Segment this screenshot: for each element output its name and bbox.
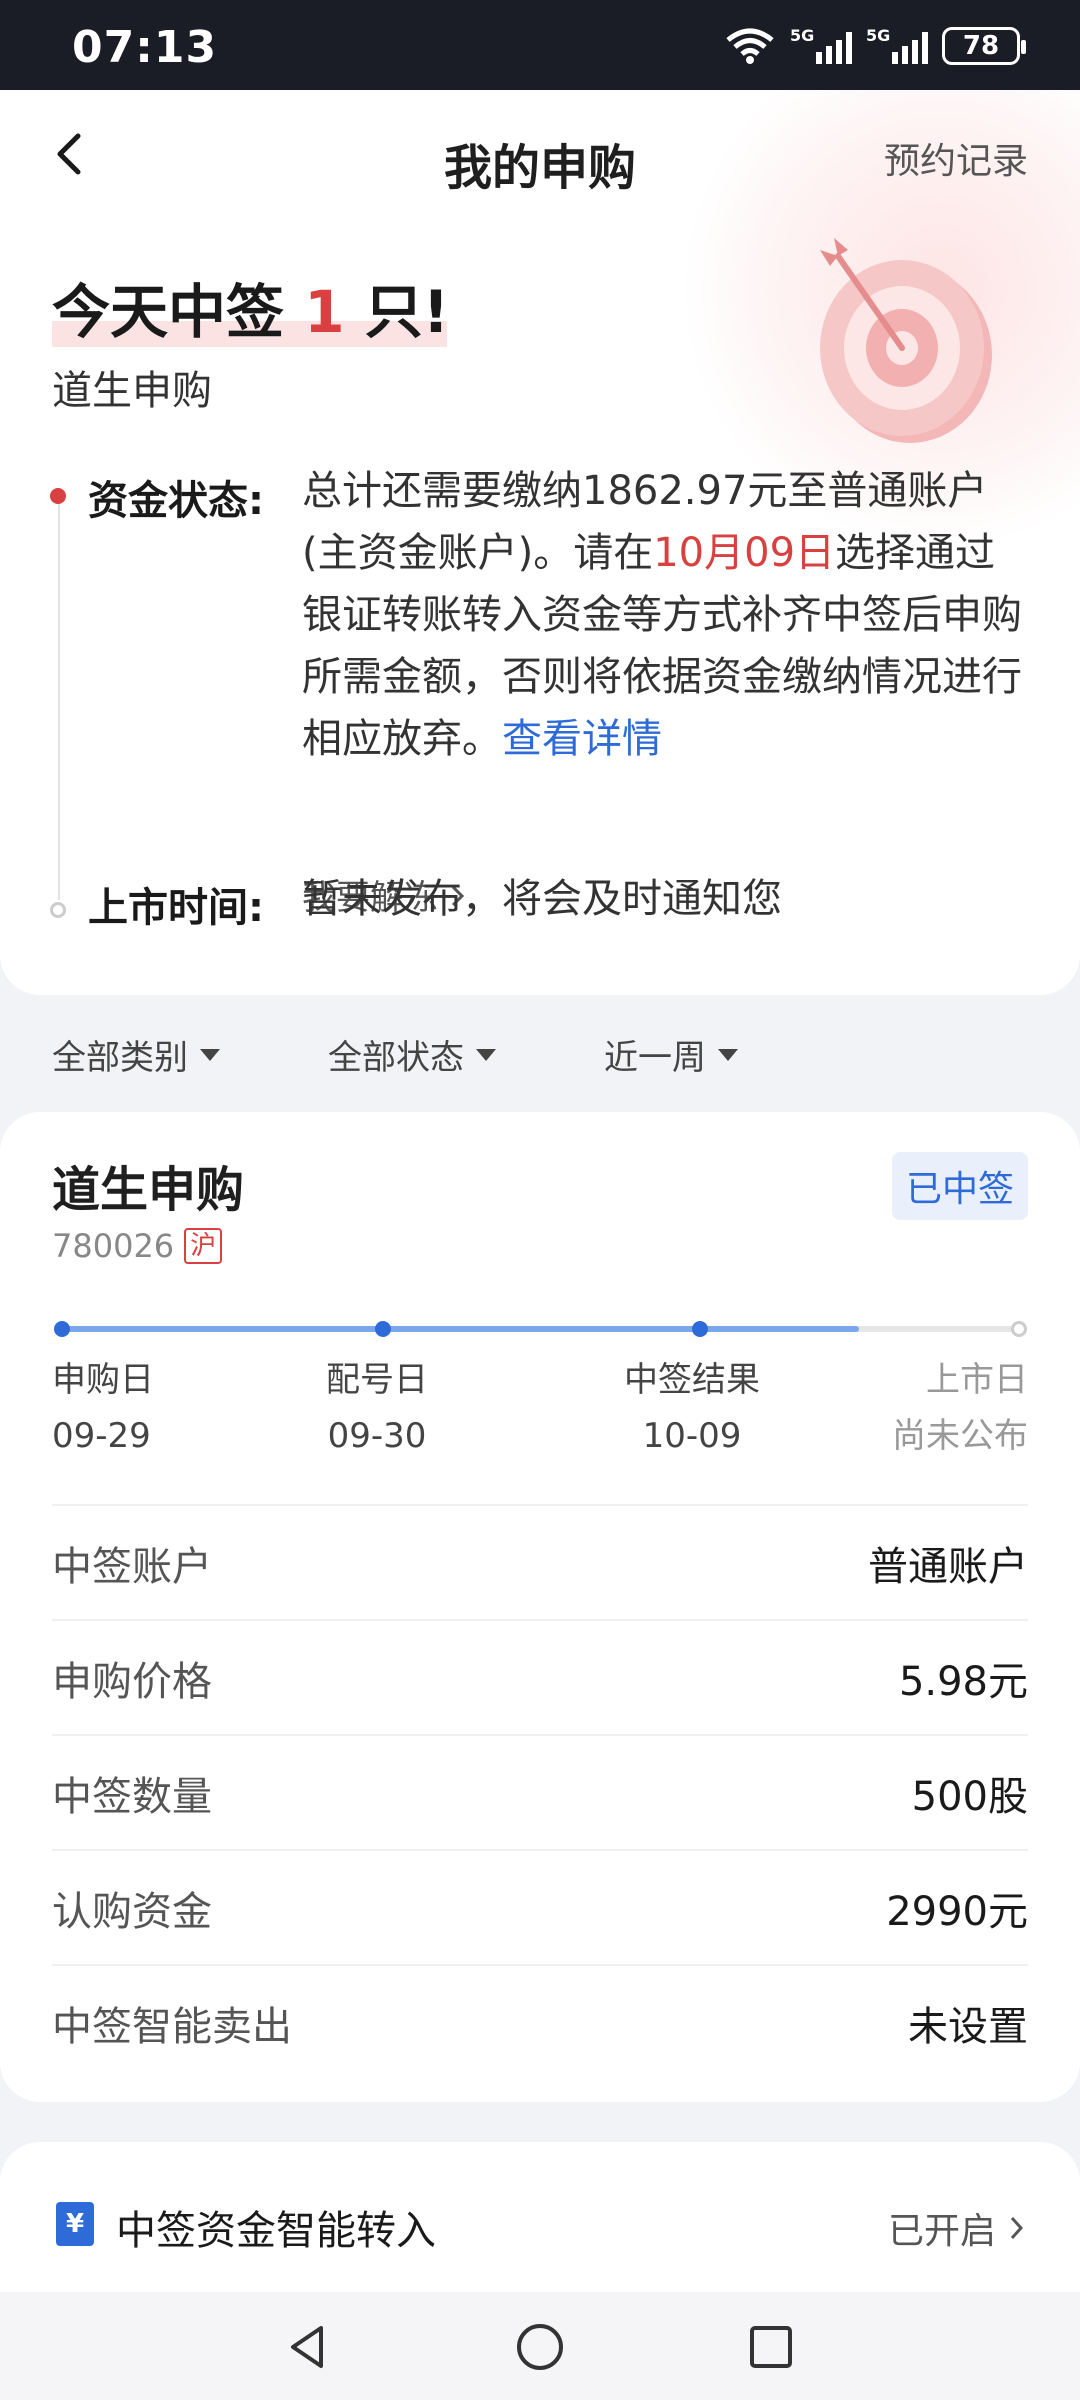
back-triangle-icon[interactable] [283, 2322, 333, 2372]
battery-icon: 78 [942, 27, 1026, 65]
recents-square-icon[interactable] [746, 2322, 796, 2372]
progress-dot-subscribe [54, 1321, 70, 1337]
progress-dot-allot [375, 1321, 391, 1337]
progress-dot-listing [1011, 1321, 1027, 1337]
detail-row-price: 申购价格 5.98元 [52, 1619, 1028, 1734]
step-listing: 上市日 尚未公布 [892, 1360, 1028, 1456]
fund-status-text: 总计还需要缴纳1862.97元至普通账户(主资金账户)。请在10月09日选择通过… [302, 468, 1022, 762]
subscription-detail-card[interactable]: 道生申购 780026 沪 已中签 申购日 09-29 配号日 09-30 中签结果… [0, 1112, 1080, 2102]
signal-icon-1: 5G [790, 26, 852, 64]
caret-down-icon [476, 1048, 496, 1061]
yen-icon: ¥ [56, 2202, 94, 2246]
home-circle-icon[interactable] [515, 2322, 565, 2372]
filter-bar: 全部类别 全部状态 近一周 [52, 1030, 738, 1079]
summary-card: 我的申购 预约记录 今天中签 1 只! 道生申购 资金状态: 总计还需要缴纳18… [0, 90, 1080, 995]
timeline-dot-pending [50, 902, 66, 918]
timeline-dot-active [50, 488, 66, 504]
headline: 今天中签 1 只! [52, 278, 450, 347]
smart-transfer-bar[interactable]: ¥ 中签资金智能转入 已开启 [0, 2142, 1080, 2292]
caret-down-icon [718, 1048, 738, 1061]
progress-fill [58, 1326, 859, 1332]
step-result: 中签结果 10-09 [624, 1360, 760, 1456]
status-badge: 已中签 [891, 1152, 1028, 1220]
fund-status-label: 资金状态: [88, 478, 264, 524]
progress-dot-result [692, 1321, 708, 1337]
timeline-line [58, 500, 60, 900]
detail-row-smart-sell[interactable]: 中签智能卖出 未设置 [52, 1964, 1028, 2079]
winning-stock-name: 道生申购 [52, 368, 212, 414]
smart-transfer-status[interactable]: 已开启 [888, 2202, 1026, 2254]
detail-row-account: 中签账户 普通账户 [52, 1504, 1028, 1619]
system-nav-bar [0, 2292, 1080, 2400]
signal-icon-2: 5G [866, 26, 928, 64]
status-icons: 5G 5G 78 [724, 26, 1026, 66]
step-allot: 配号日 09-30 [326, 1360, 428, 1456]
step-subscribe: 申购日 09-29 [52, 1360, 154, 1456]
stock-name: 道生申购 [52, 1162, 245, 1218]
listing-time-label: 上市时间: [88, 885, 264, 931]
chevron-right-icon [1010, 2216, 1024, 2240]
reservation-records-link[interactable]: 预约记录 [884, 132, 1028, 184]
status-bar: 07:13 5G 5G 78 [0, 0, 1080, 90]
listing-time-text: 暂未发布，将会及时通知您 [302, 876, 782, 922]
market-tag: 沪 [184, 1228, 223, 1264]
target-icon [820, 238, 992, 443]
period-filter[interactable]: 近一周 [604, 1030, 738, 1079]
progress-track [54, 1321, 1027, 1337]
status-time: 07:13 [72, 22, 218, 73]
status-filter[interactable]: 全部状态 [328, 1030, 604, 1079]
stock-code: 780026 沪 [52, 1227, 223, 1265]
category-filter[interactable]: 全部类别 [52, 1030, 328, 1079]
detail-row-quantity: 中签数量 500股 [52, 1734, 1028, 1849]
win-count: 1 [304, 278, 345, 346]
detail-row-amount: 认购资金 2990元 [52, 1849, 1028, 1964]
caret-down-icon [200, 1048, 220, 1061]
smart-transfer-label: 中签资金智能转入 [116, 2208, 436, 2254]
view-details-link[interactable]: 查看详情 [502, 716, 662, 762]
wifi-icon [726, 28, 774, 64]
payment-deadline: 10月09日 [653, 530, 836, 576]
